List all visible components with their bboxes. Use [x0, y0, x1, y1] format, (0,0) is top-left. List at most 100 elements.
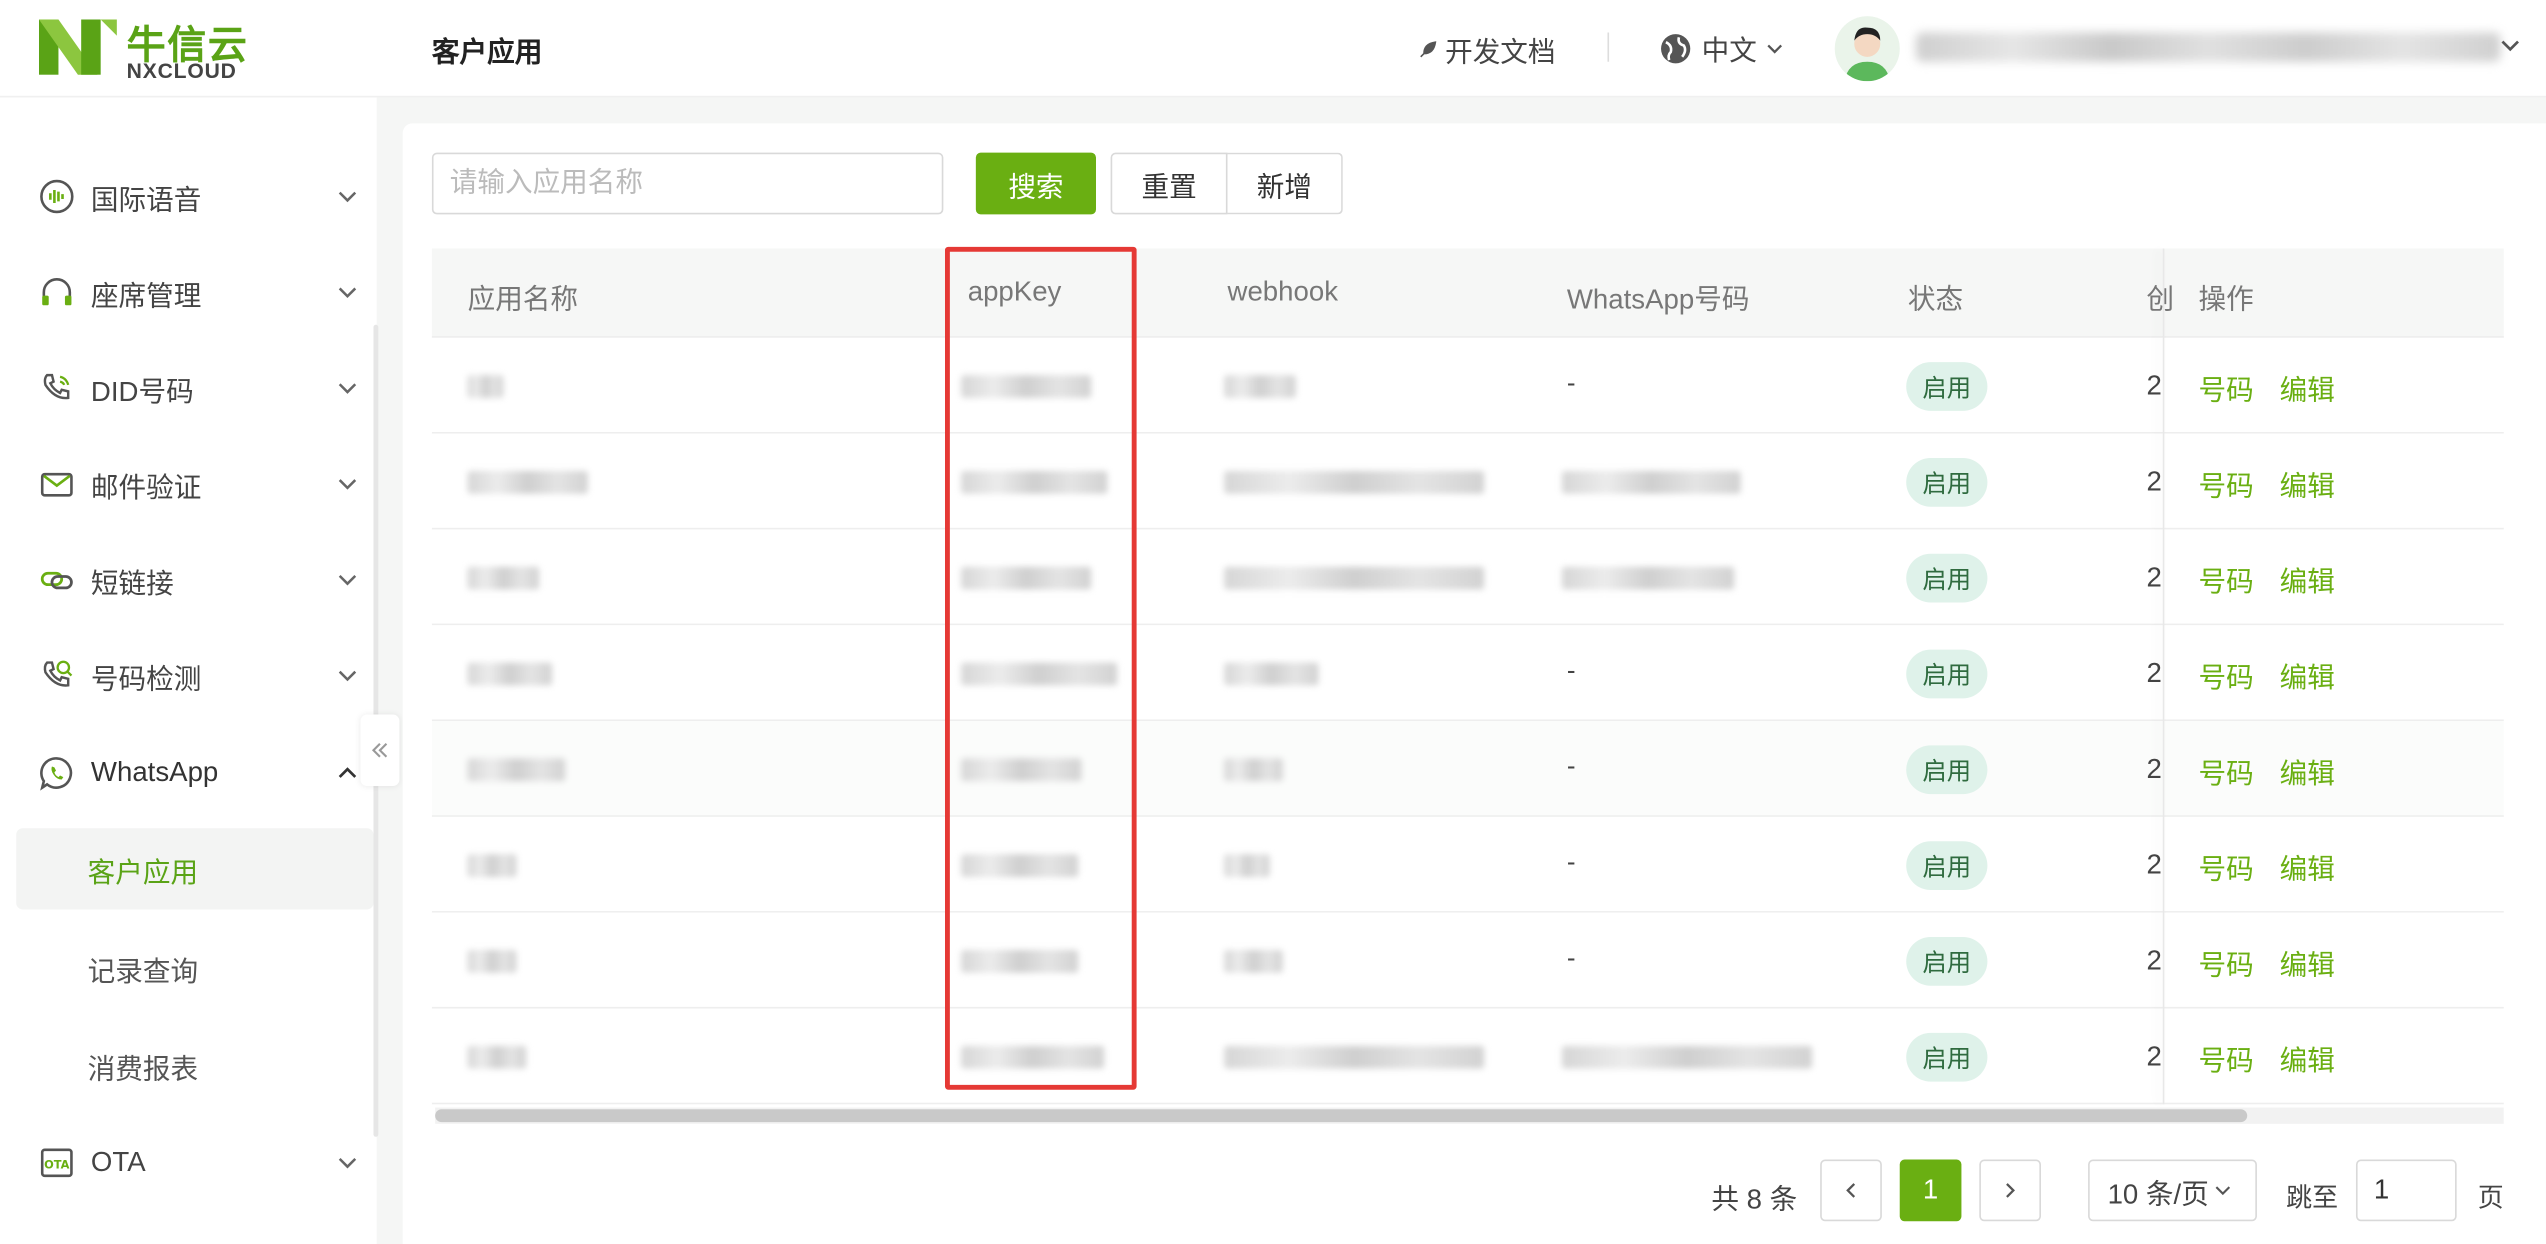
edit-link[interactable]: 编辑: [2280, 750, 2335, 791]
sidebar-sub-item-customer-app[interactable]: 客户应用: [16, 828, 374, 910]
edit-link[interactable]: 编辑: [2280, 654, 2335, 695]
webhook-cell-redacted: [1224, 854, 1270, 877]
action-button-group: 重置 新增: [1110, 152, 1343, 215]
sidebar-item-seat-management[interactable]: 座席管理: [39, 268, 357, 317]
sidebar-item-number-check[interactable]: 号码检测: [39, 651, 357, 700]
webhook-cell-redacted: [1224, 470, 1485, 494]
jump-to-page-input[interactable]: [2355, 1159, 2457, 1222]
pagination-total: 共 8 条: [1711, 1183, 1798, 1215]
voice-wave-icon: [39, 179, 75, 215]
sidebar-item-label: DID号码: [90, 375, 194, 407]
sidebar-item-label: 短链接: [90, 567, 174, 599]
edit-link[interactable]: 编辑: [2280, 463, 2335, 504]
docs-link[interactable]: 开发文档: [1416, 29, 1556, 70]
numbers-link[interactable]: 号码: [2198, 367, 2253, 408]
column-header-status: 状态: [1907, 284, 1964, 316]
webhook-cell-redacted: [1224, 375, 1296, 398]
chevron-down-icon: [338, 574, 357, 586]
add-button[interactable]: 新增: [1227, 152, 1343, 215]
created-time-cell: 2: [2146, 561, 2162, 593]
sidebar-sub-item-record-query[interactable]: 记录查询: [16, 927, 373, 1008]
webhook-cell-redacted: [1224, 566, 1485, 590]
svg-text:OTA: OTA: [44, 1157, 70, 1171]
jump-to-label: 跳至: [2286, 1185, 2339, 1214]
webhook-cell-redacted: [1224, 662, 1319, 686]
numbers-link[interactable]: 号码: [2198, 654, 2253, 695]
edit-link[interactable]: 编辑: [2280, 559, 2335, 600]
docs-label: 开发文档: [1445, 37, 1556, 69]
sidebar-item-intl-voice[interactable]: 国际语音: [39, 172, 357, 221]
status-badge: 启用: [1906, 745, 1988, 795]
numbers-link[interactable]: 号码: [2198, 846, 2253, 887]
table-header: 应用名称 appKey webhook WhatsApp号码 状态 创 操作: [431, 248, 2504, 338]
sidebar-sub-item-consumption-report[interactable]: 消费报表: [16, 1025, 373, 1106]
whatsapp-number-cell: -: [1566, 370, 1576, 398]
table-horizontal-scroll-thumb[interactable]: [435, 1109, 2248, 1123]
status-badge: 启用: [1906, 553, 1988, 603]
user-menu-chevron-icon[interactable]: [2500, 36, 2519, 55]
table-row: - 启用 2 号码 编辑: [431, 912, 2504, 1009]
rocket-icon: [1420, 40, 1437, 57]
app-name-cell-redacted: [467, 950, 517, 973]
sidebar-item-email-verify[interactable]: 邮件验证: [39, 460, 357, 509]
numbers-link[interactable]: 号码: [2198, 942, 2253, 983]
page-number-current[interactable]: 1: [1899, 1159, 1962, 1222]
table-row: - 启用 2 号码 编辑: [431, 816, 2504, 913]
edit-link[interactable]: 编辑: [2280, 846, 2335, 887]
user-avatar[interactable]: [1834, 16, 1900, 82]
link-icon: [39, 562, 75, 598]
sidebar-item-did-number[interactable]: DID号码: [39, 364, 357, 413]
whatsapp-number-cell: -: [1566, 753, 1576, 782]
collapse-sidebar-button[interactable]: [360, 714, 400, 787]
app-name-cell-redacted: [467, 470, 588, 494]
edit-link[interactable]: 编辑: [2280, 942, 2335, 983]
numbers-link[interactable]: 号码: [2198, 463, 2253, 504]
chevron-down-icon: [338, 191, 357, 203]
brand-logo[interactable]: 牛信云 NXCLOUD: [38, 16, 266, 83]
app-name-search-input[interactable]: [431, 152, 944, 215]
prev-page-button[interactable]: [1820, 1159, 1882, 1222]
chevron-down-icon: [338, 670, 357, 682]
user-name-redacted[interactable]: [1915, 32, 2501, 62]
status-badge: 启用: [1906, 841, 1988, 890]
numbers-link[interactable]: 号码: [2198, 750, 2253, 791]
phone-check-icon: [39, 658, 75, 694]
whatsapp-number-cell: -: [1566, 849, 1576, 877]
column-header-whatsapp-number: WhatsApp号码: [1566, 284, 1750, 316]
avatar-icon: [1834, 16, 1900, 82]
numbers-link[interactable]: 号码: [2198, 559, 2253, 600]
page-size-select[interactable]: 10 条/页: [2088, 1159, 2257, 1222]
sidebar-item-label: 国际语音: [90, 184, 202, 216]
numbers-link[interactable]: 号码: [2198, 1038, 2253, 1079]
reset-button[interactable]: 重置: [1110, 152, 1228, 215]
appkey-cell-redacted: [961, 950, 1079, 973]
sidebar-item-ota[interactable]: OTA OTA: [39, 1138, 357, 1187]
chevron-down-icon: [1767, 43, 1783, 53]
column-header-created: 创: [2146, 284, 2175, 316]
chevron-left-icon: [1846, 1183, 1856, 1198]
next-page-button[interactable]: [1979, 1159, 2041, 1222]
appkey-cell-redacted: [961, 566, 1092, 590]
webhook-cell-redacted: [1224, 950, 1283, 973]
search-button[interactable]: 搜索: [975, 152, 1096, 215]
sidebar-item-label: WhatsApp: [90, 756, 219, 788]
table-row: 启用 2 号码 编辑: [431, 529, 2504, 626]
app-name-cell-redacted: [467, 758, 566, 782]
webhook-cell-redacted: [1224, 1045, 1485, 1069]
table-row: - 启用 2 号码 编辑: [431, 337, 2504, 434]
phone-icon: [39, 370, 75, 406]
app-name-cell-redacted: [467, 662, 553, 686]
created-time-cell: 2: [2146, 370, 2162, 402]
sidebar-item-short-link[interactable]: 短链接: [39, 555, 357, 604]
sidebar-item-label: 邮件验证: [90, 471, 202, 503]
language-label: 中文: [1701, 35, 1757, 67]
status-badge: 启用: [1906, 457, 1988, 507]
column-header-operations: 操作: [2198, 284, 2254, 316]
brand-name-en: NXCLOUD: [126, 58, 237, 83]
sidebar-item-whatsapp[interactable]: WhatsApp: [39, 749, 357, 798]
edit-link[interactable]: 编辑: [2280, 367, 2335, 408]
status-badge: 启用: [1906, 649, 1988, 699]
edit-link[interactable]: 编辑: [2280, 1038, 2335, 1079]
language-selector[interactable]: 中文: [1659, 28, 1783, 69]
created-time-cell: 2: [2146, 657, 2162, 689]
